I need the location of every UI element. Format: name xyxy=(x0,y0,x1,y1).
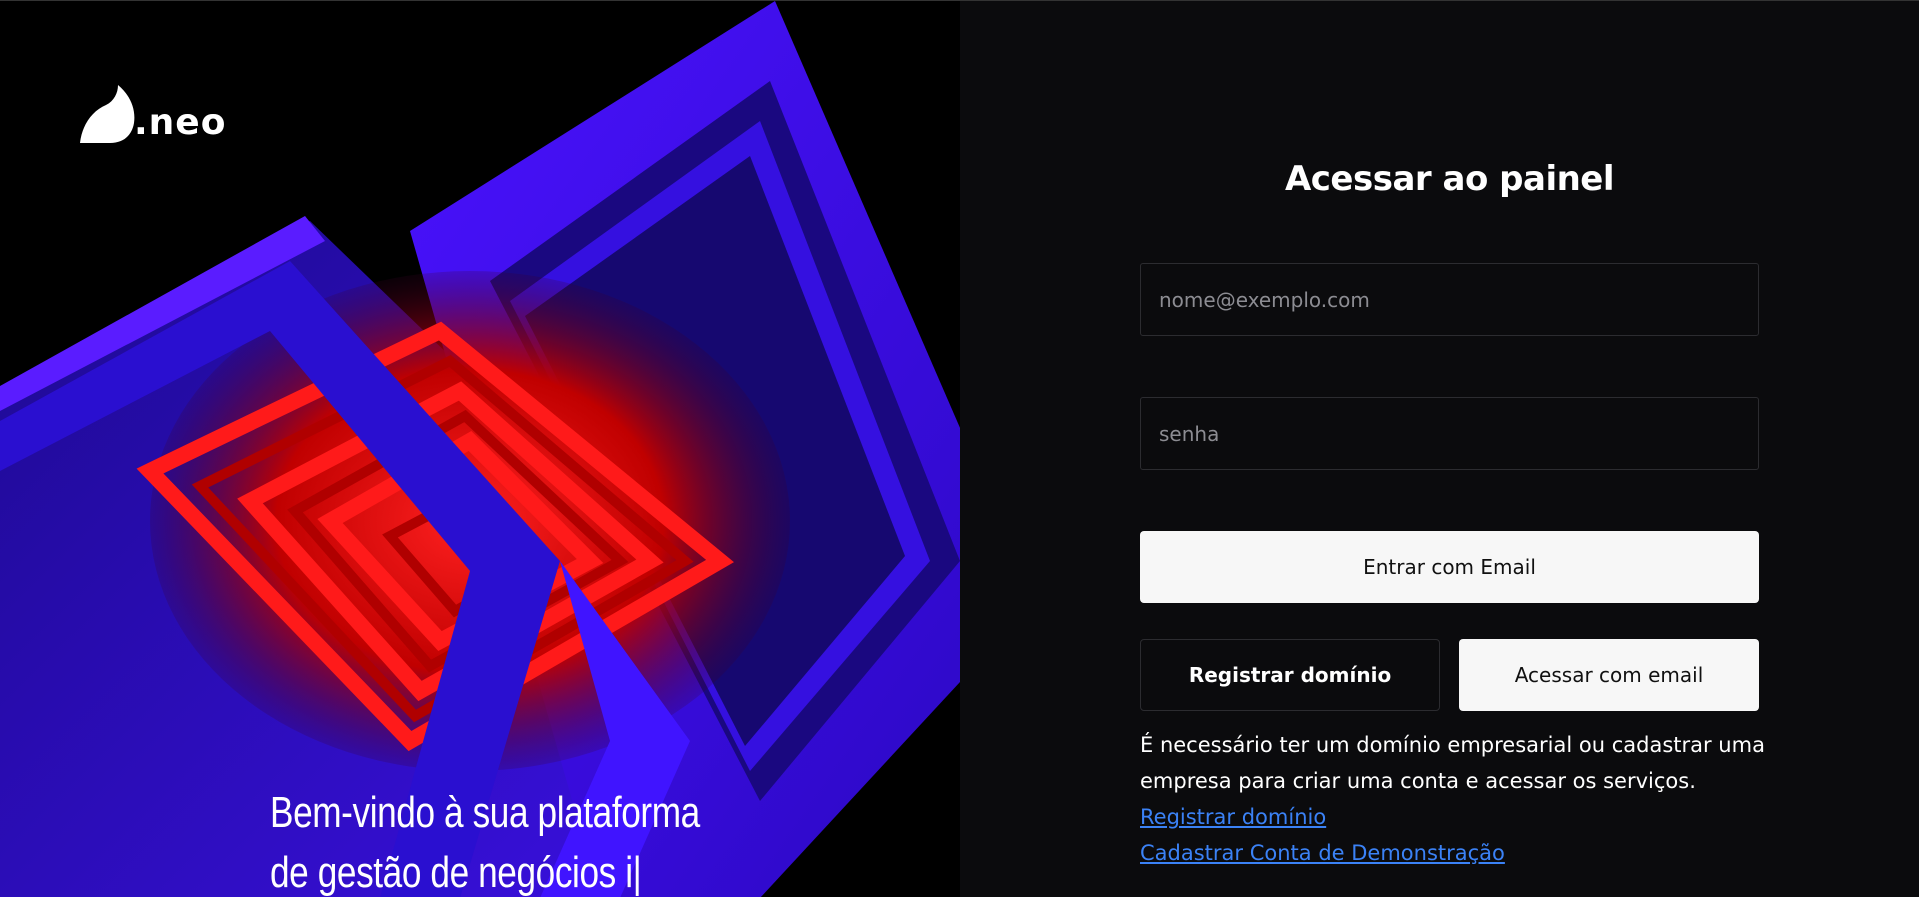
page-title: Acessar ao painel xyxy=(1284,159,1615,199)
password-field[interactable] xyxy=(1140,397,1759,470)
login-panel: Acessar ao painel Entrar com Email Regis… xyxy=(960,1,1919,897)
email-field[interactable] xyxy=(1140,263,1759,336)
register-domain-button[interactable]: Registrar domínio xyxy=(1140,639,1440,711)
demo-account-link[interactable]: Cadastrar Conta de Demonstração xyxy=(1140,835,1505,871)
brand-logo[interactable]: .neo xyxy=(80,81,226,143)
register-domain-link[interactable]: Registrar domínio xyxy=(1140,799,1326,835)
login-page: .neo Bem-vindo à sua plataforma de gestã… xyxy=(0,0,1919,897)
brand-name: .neo xyxy=(134,102,227,143)
tagline-line-1: Bem-vindo à sua plataforma xyxy=(270,788,700,837)
submit-email-button[interactable]: Entrar com Email xyxy=(1140,531,1759,603)
access-with-email-button[interactable]: Acessar com email xyxy=(1459,639,1759,711)
tagline-line-2: de gestão de negócios i| xyxy=(270,848,642,897)
hero-tagline: Bem-vindo à sua plataforma de gestão de … xyxy=(270,783,700,897)
info-text: É necessário ter um domínio empresarial … xyxy=(1140,733,1765,793)
hero-panel: .neo Bem-vindo à sua plataforma de gestã… xyxy=(0,1,960,897)
half-moon-logo-icon xyxy=(80,85,135,143)
